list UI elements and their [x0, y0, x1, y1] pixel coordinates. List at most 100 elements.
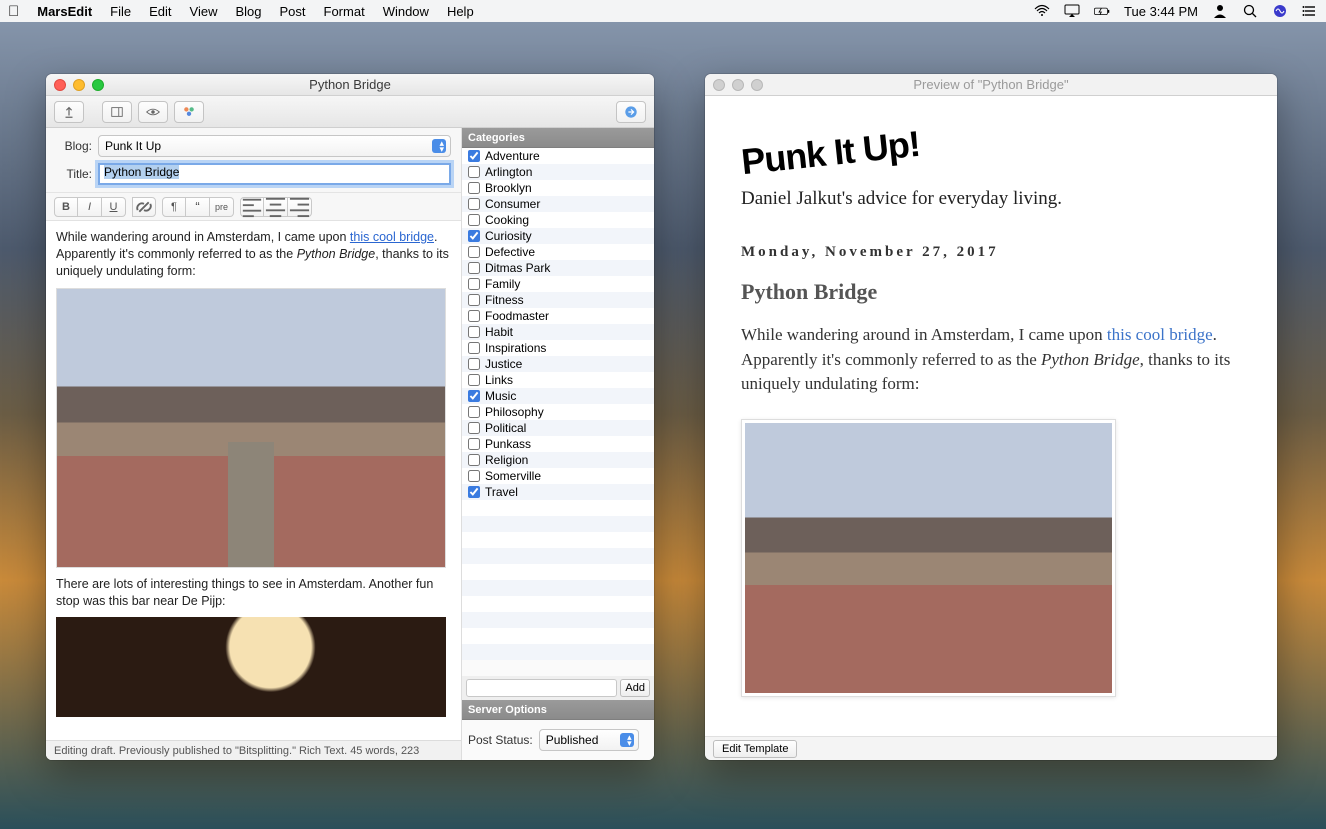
siri-icon[interactable]	[1272, 3, 1288, 19]
notification-center-icon[interactable]	[1302, 3, 1318, 19]
zoom-button[interactable]	[751, 79, 763, 91]
preview-link[interactable]: this cool bridge	[1107, 325, 1213, 344]
preview-button[interactable]	[138, 101, 168, 123]
apple-menu-icon[interactable]: 	[8, 3, 19, 20]
category-row[interactable]: Inspirations	[462, 340, 654, 356]
category-row[interactable]: Somerville	[462, 468, 654, 484]
category-row[interactable]: Family	[462, 276, 654, 292]
menu-post[interactable]: Post	[280, 4, 306, 19]
category-row[interactable]: Links	[462, 372, 654, 388]
close-button[interactable]	[54, 79, 66, 91]
category-checkbox[interactable]	[468, 262, 480, 274]
category-checkbox[interactable]	[468, 230, 480, 242]
minimize-button[interactable]	[732, 79, 744, 91]
category-row[interactable]: Arlington	[462, 164, 654, 180]
category-row[interactable]: Defective	[462, 244, 654, 260]
category-checkbox[interactable]	[468, 294, 480, 306]
category-row[interactable]: Foodmaster	[462, 308, 654, 324]
airplay-icon[interactable]	[1064, 3, 1080, 19]
app-name[interactable]: MarsEdit	[37, 4, 92, 19]
blockquote-button[interactable]: “	[186, 197, 210, 217]
category-checkbox[interactable]	[468, 454, 480, 466]
wifi-icon[interactable]	[1034, 3, 1050, 19]
category-row[interactable]: Adventure	[462, 148, 654, 164]
italic-button[interactable]: I	[78, 197, 102, 217]
menu-edit[interactable]: Edit	[149, 4, 171, 19]
category-row[interactable]: Justice	[462, 356, 654, 372]
category-checkbox[interactable]	[468, 214, 480, 226]
post-status-select[interactable]: Published ▴▾	[539, 729, 639, 751]
category-checkbox[interactable]	[468, 310, 480, 322]
menu-help[interactable]: Help	[447, 4, 474, 19]
paragraph-button[interactable]: ¶	[162, 197, 186, 217]
menu-format[interactable]: Format	[324, 4, 365, 19]
align-center-button[interactable]	[264, 197, 288, 217]
category-checkbox[interactable]	[468, 246, 480, 258]
category-row[interactable]: Fitness	[462, 292, 654, 308]
category-checkbox[interactable]	[468, 374, 480, 386]
category-row[interactable]: Brooklyn	[462, 180, 654, 196]
category-checkbox[interactable]	[468, 278, 480, 290]
content-image-bridge[interactable]	[56, 288, 446, 568]
category-row[interactable]: Consumer	[462, 196, 654, 212]
category-row[interactable]: Music	[462, 388, 654, 404]
add-category-input[interactable]	[466, 679, 617, 697]
category-checkbox[interactable]	[468, 438, 480, 450]
close-button[interactable]	[713, 79, 725, 91]
options-button[interactable]	[102, 101, 132, 123]
categories-list[interactable]: AdventureArlingtonBrooklynConsumerCookin…	[462, 148, 654, 676]
title-input[interactable]: Python Bridge	[98, 163, 451, 185]
category-row[interactable]: Punkass	[462, 436, 654, 452]
category-row[interactable]: Political	[462, 420, 654, 436]
menu-window[interactable]: Window	[383, 4, 429, 19]
send-button[interactable]	[616, 101, 646, 123]
preview-content[interactable]: Punk It Up! Daniel Jalkut's advice for e…	[705, 96, 1277, 736]
category-checkbox[interactable]	[468, 486, 480, 498]
preview-titlebar[interactable]: Preview of "Python Bridge"	[705, 74, 1277, 96]
editor-titlebar[interactable]: Python Bridge	[46, 74, 654, 96]
category-row[interactable]: Ditmas Park	[462, 260, 654, 276]
category-row[interactable]: Curiosity	[462, 228, 654, 244]
align-left-button[interactable]	[240, 197, 264, 217]
battery-icon[interactable]	[1094, 3, 1110, 19]
category-row[interactable]: Religion	[462, 452, 654, 468]
publish-button[interactable]	[54, 101, 84, 123]
pre-button[interactable]: pre	[210, 197, 234, 217]
zoom-button[interactable]	[92, 79, 104, 91]
menu-view[interactable]: View	[190, 4, 218, 19]
category-checkbox[interactable]	[468, 166, 480, 178]
category-checkbox[interactable]	[468, 470, 480, 482]
content-image-bar[interactable]	[56, 617, 446, 717]
spotlight-icon[interactable]	[1242, 3, 1258, 19]
minimize-button[interactable]	[73, 79, 85, 91]
category-row[interactable]: Philosophy	[462, 404, 654, 420]
blog-select[interactable]: Punk It Up ▴▾	[98, 135, 451, 157]
category-checkbox[interactable]	[468, 342, 480, 354]
user-icon[interactable]	[1212, 3, 1228, 19]
category-checkbox[interactable]	[468, 358, 480, 370]
category-row-empty	[462, 516, 654, 532]
link-button[interactable]	[132, 197, 156, 217]
category-checkbox[interactable]	[468, 182, 480, 194]
category-checkbox[interactable]	[468, 422, 480, 434]
add-category-button[interactable]: Add	[620, 679, 650, 697]
edit-template-button[interactable]: Edit Template	[713, 740, 797, 758]
bold-button[interactable]: B	[54, 197, 78, 217]
menu-file[interactable]: File	[110, 4, 131, 19]
content-link[interactable]: this cool bridge	[350, 230, 434, 244]
menu-blog[interactable]: Blog	[235, 4, 261, 19]
category-row[interactable]: Travel	[462, 484, 654, 500]
editor-content[interactable]: While wandering around in Amsterdam, I c…	[46, 221, 461, 740]
category-checkbox[interactable]	[468, 390, 480, 402]
category-checkbox[interactable]	[468, 198, 480, 210]
category-checkbox[interactable]	[468, 150, 480, 162]
media-button[interactable]	[174, 101, 204, 123]
menubar-clock[interactable]: Tue 3:44 PM	[1124, 4, 1198, 19]
category-checkbox[interactable]	[468, 326, 480, 338]
blog-label: Blog:	[56, 139, 92, 153]
underline-button[interactable]: U	[102, 197, 126, 217]
category-row[interactable]: Habit	[462, 324, 654, 340]
category-checkbox[interactable]	[468, 406, 480, 418]
category-row[interactable]: Cooking	[462, 212, 654, 228]
align-right-button[interactable]	[288, 197, 312, 217]
